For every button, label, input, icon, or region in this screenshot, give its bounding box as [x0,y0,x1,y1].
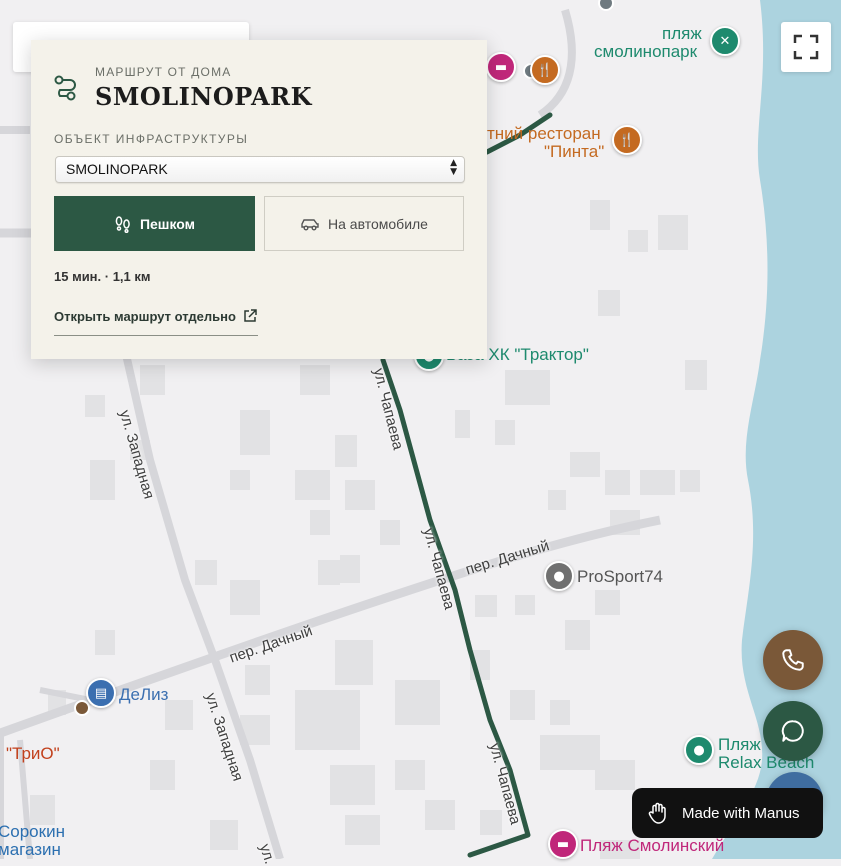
car-icon [301,218,319,230]
poi-restaurant-label-2[interactable]: "Пинта" [544,143,604,161]
shop-icon[interactable]: ▤ [86,678,116,708]
location-dot-2 [598,0,614,11]
panel-overline: МАРШРУТ ОТ ДОМА [95,65,232,79]
fullscreen-button[interactable] [781,22,831,72]
car-button[interactable]: На автомобиле [264,196,464,251]
walk-label: Пешком [139,215,196,232]
fullscreen-icon [793,34,819,60]
open-route-label: Открыть маршрут отдельно [54,309,236,324]
poi-sorokin-label[interactable]: Сорокин [0,823,65,841]
poi-beach-label-2[interactable]: смолинопарк [594,43,697,61]
route-info: 15 мин. · 1,1 км [54,269,151,284]
poi-beach-label[interactable]: пляж [662,25,702,43]
route-panel: МАРШРУТ ОТ ДОМА SMOLINOPARK ОБЪЕКТ ИНФРА… [31,40,487,359]
select-value: SMOLINOPARK [66,161,168,177]
chat-button[interactable] [763,701,823,761]
hotel-icon-2[interactable]: ▬ [548,829,578,859]
infrastructure-label: ОБЪЕКТ ИНФРАСТРУКТУРЫ [54,132,249,146]
sport-icon-2[interactable]: ● [544,561,574,591]
poi-restaurant-label[interactable]: тний ресторан [487,125,601,143]
hotel-icon[interactable]: ▬ [486,52,516,82]
poi-dot [74,700,90,716]
manus-label: Made with Manus [682,804,800,822]
external-link-icon [244,309,257,322]
beach-icon[interactable]: ✕ [710,26,740,56]
poi-smolinsky-label[interactable]: Пляж Смолинский [580,837,724,855]
poi-prosport-label[interactable]: ProSport74 [577,568,663,586]
footprints-icon [115,215,130,233]
poi-relax-label[interactable]: Пляж [718,736,761,754]
poi-sorokin-label-2[interactable]: магазин [0,841,61,859]
open-route-link[interactable]: Открыть маршрут отдельно [54,307,258,336]
route-icon [54,75,76,101]
poi-deliz-label[interactable]: ДеЛиз [119,686,168,704]
beach-icon-2[interactable]: ● [684,735,714,765]
phone-icon [782,649,804,671]
car-label: На автомобиле [328,215,428,232]
panel-title: SMOLINOPARK [95,82,312,111]
manus-hand-icon [648,802,666,824]
made-with-manus-badge[interactable]: Made with Manus [632,788,823,838]
chat-icon [781,720,804,742]
infrastructure-select[interactable]: SMOLINOPARK ▲ ▼ [55,156,465,183]
poi-trio-label[interactable]: "ТриО" [6,745,60,763]
restaurant-icon-2[interactable]: 🍴 [612,125,642,155]
phone-button[interactable] [763,630,823,690]
walk-button[interactable]: Пешком [54,196,255,251]
restaurant-icon[interactable]: 🍴 [530,55,560,85]
select-arrows-icon: ▲ ▼ [450,158,457,177]
